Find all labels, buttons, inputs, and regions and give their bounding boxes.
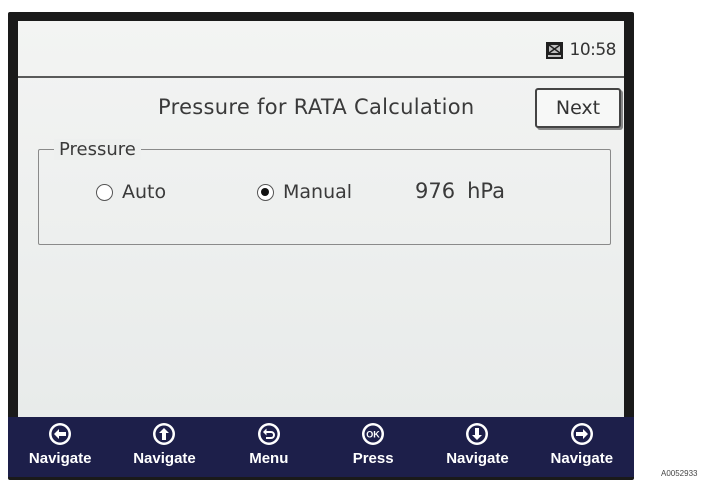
pressure-value-field[interactable]: 976 hPa: [415, 179, 505, 203]
radio-option-auto[interactable]: Auto: [96, 181, 166, 203]
clock-time: 10:58: [569, 40, 617, 60]
softkey-navigate-left[interactable]: Navigate: [14, 417, 106, 477]
arrow-left-circle-icon: [49, 423, 72, 445]
softkey-label: Menu: [249, 450, 289, 467]
softkey-label: Navigate: [28, 450, 92, 467]
softkey-navigate-up[interactable]: Navigate: [118, 417, 210, 477]
radio-manual[interactable]: [257, 183, 274, 201]
radio-auto[interactable]: [96, 183, 113, 201]
softkey-navigate-down[interactable]: Navigate: [431, 417, 523, 477]
figure-caption: A0052933: [661, 469, 698, 478]
softkey-label: Navigate: [550, 450, 614, 467]
pressure-unit: hPa: [467, 179, 505, 203]
pressure-group-legend: Pressure: [54, 139, 141, 160]
softkey-menu[interactable]: Menu: [223, 417, 315, 477]
status-bar: 10:58: [18, 21, 624, 78]
pressure-value: 976: [415, 179, 456, 203]
softkey-bar: Navigate Navigate Menu OK Press Navigate…: [8, 417, 634, 477]
back-circle-icon: [257, 423, 280, 445]
radio-auto-label: Auto: [122, 181, 167, 203]
next-button[interactable]: Next: [535, 88, 621, 128]
device-screen: 10:58 Pressure for RATA Calculation Next…: [8, 12, 634, 480]
arrow-down-circle-icon: [466, 423, 489, 445]
status-group: 10:58: [545, 39, 617, 61]
device-status-icon: [545, 41, 563, 59]
softkey-label: Press: [352, 450, 394, 467]
device-bezel: 10:58 Pressure for RATA Calculation Next…: [0, 0, 642, 482]
radio-manual-label: Manual: [283, 181, 353, 203]
arrow-up-circle-icon: [153, 423, 176, 445]
ok-circle-icon: OK: [362, 423, 385, 445]
softkey-label: Navigate: [446, 450, 509, 467]
arrow-right-circle-icon: [570, 423, 593, 445]
lcd-display: 10:58 Pressure for RATA Calculation Next…: [18, 21, 624, 419]
page-title: Pressure for RATA Calculation: [158, 95, 475, 119]
radio-option-manual[interactable]: Manual: [257, 181, 352, 203]
softkey-navigate-right[interactable]: Navigate: [536, 417, 628, 477]
svg-text:OK: OK: [366, 430, 380, 440]
softkey-press[interactable]: OK Press: [327, 417, 419, 477]
softkey-label: Navigate: [133, 450, 196, 467]
